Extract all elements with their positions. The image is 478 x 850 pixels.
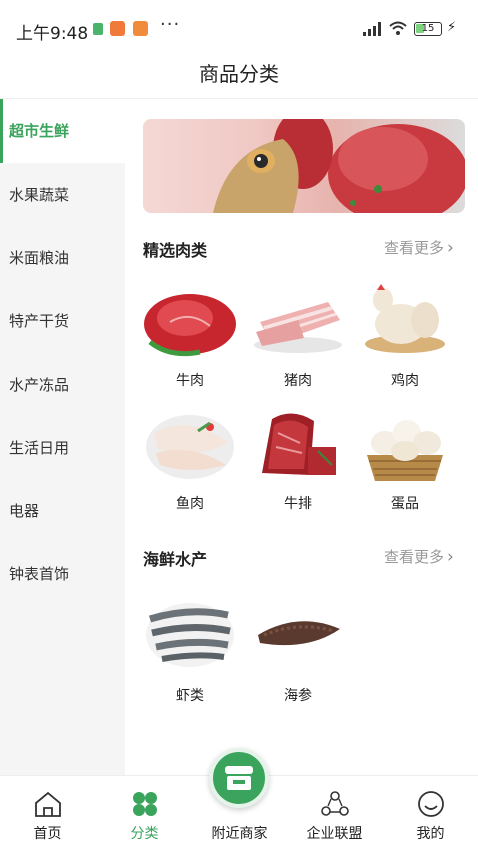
- product-label: 猪肉: [284, 373, 312, 389]
- app-notification-icon: [110, 21, 125, 36]
- sidebar-item-specialty-dry-goods[interactable]: 特产干货: [0, 289, 125, 353]
- sidebar-item-supermarket-fresh[interactable]: 超市生鲜: [0, 99, 125, 163]
- promo-banner[interactable]: [143, 119, 465, 213]
- see-more-seafood-link[interactable]: 查看更多 ›: [384, 546, 454, 567]
- sidebar-item-frozen-aquatic[interactable]: 水产冻品: [0, 353, 125, 417]
- smile-icon: [418, 791, 444, 817]
- nearby-merchants-center-button[interactable]: [209, 748, 269, 808]
- nav-category-label: 分类: [130, 826, 159, 842]
- section-title-meat: 精选肉类: [143, 241, 208, 260]
- page-title: 商品分类: [199, 62, 279, 86]
- product-label: 牛肉: [176, 373, 204, 389]
- nav-mine[interactable]: 我的: [383, 776, 478, 850]
- see-more-label: 查看更多: [384, 239, 445, 257]
- signal-icon: [363, 22, 381, 36]
- product-beef[interactable]: 牛肉: [140, 280, 240, 390]
- fish-image: [146, 415, 234, 479]
- app-notification-icon: [93, 23, 103, 35]
- product-fish[interactable]: 鱼肉: [140, 403, 240, 513]
- more-notifications-icon: ···: [160, 14, 181, 35]
- nav-home[interactable]: 首页: [0, 776, 95, 850]
- nav-nearby-merchants-label: 附近商家: [211, 826, 268, 842]
- sidebar-item-fruits-vegetables[interactable]: 水果蔬菜: [0, 163, 125, 227]
- category-sidebar: 超市生鲜 水果蔬菜 米面粮油 特产干货 水产冻品 生活日用 电器 钟表首饰: [0, 99, 125, 775]
- product-chicken[interactable]: 鸡肉: [355, 280, 455, 390]
- battery-icon: 15: [414, 22, 442, 36]
- nav-alliance[interactable]: 企业联盟: [287, 776, 382, 850]
- product-label: 牛排: [284, 496, 312, 512]
- nav-category[interactable]: 分类: [97, 776, 192, 850]
- steak-image: [262, 413, 336, 475]
- product-label: 蛋品: [391, 496, 419, 512]
- product-label: 海参: [284, 688, 312, 704]
- product-label: 鱼肉: [176, 496, 204, 512]
- status-bar: 上午9:48 ··· 15 ⚡: [0, 0, 478, 46]
- sidebar-item-watches-jewelry[interactable]: 钟表首饰: [0, 542, 125, 606]
- chevron-right-icon: ›: [447, 547, 454, 567]
- store-icon: [225, 766, 253, 790]
- product-label: 虾类: [176, 688, 204, 704]
- chicken-image: [365, 284, 445, 353]
- sidebar-item-grain-oil[interactable]: 米面粮油: [0, 226, 125, 290]
- pork-image: [254, 302, 342, 353]
- nav-home-label: 首页: [33, 826, 62, 842]
- product-eggs[interactable]: 蛋品: [355, 403, 455, 513]
- sea-cucumber-image: [258, 621, 340, 646]
- nav-alliance-label: 企业联盟: [306, 826, 363, 842]
- app-notification-icon: [133, 21, 148, 36]
- category-icon: [133, 792, 157, 816]
- sidebar-item-appliances[interactable]: 电器: [0, 479, 125, 543]
- product-pork[interactable]: 猪肉: [248, 280, 348, 390]
- charging-icon: ⚡: [447, 20, 457, 35]
- alliance-icon: [321, 791, 349, 816]
- chevron-right-icon: ›: [447, 238, 454, 258]
- status-time: 上午9:48: [16, 24, 89, 44]
- wifi-icon: [389, 21, 407, 35]
- home-icon: [35, 791, 61, 817]
- sidebar-item-daily-use[interactable]: 生活日用: [0, 416, 125, 480]
- product-steak[interactable]: 牛排: [248, 403, 348, 513]
- see-more-meat-link[interactable]: 查看更多 ›: [384, 237, 454, 258]
- beef-image: [144, 294, 236, 357]
- product-sea-cucumber[interactable]: 海参: [248, 595, 348, 705]
- banner-meat-fish-image: [213, 119, 465, 213]
- see-more-label: 查看更多: [384, 548, 445, 566]
- eggs-image: [367, 420, 443, 481]
- nav-mine-label: 我的: [416, 826, 445, 842]
- product-label: 鸡肉: [391, 373, 419, 389]
- product-shrimp[interactable]: 虾类: [140, 595, 240, 705]
- shrimp-image: [146, 603, 234, 667]
- section-title-seafood: 海鲜水产: [143, 550, 208, 569]
